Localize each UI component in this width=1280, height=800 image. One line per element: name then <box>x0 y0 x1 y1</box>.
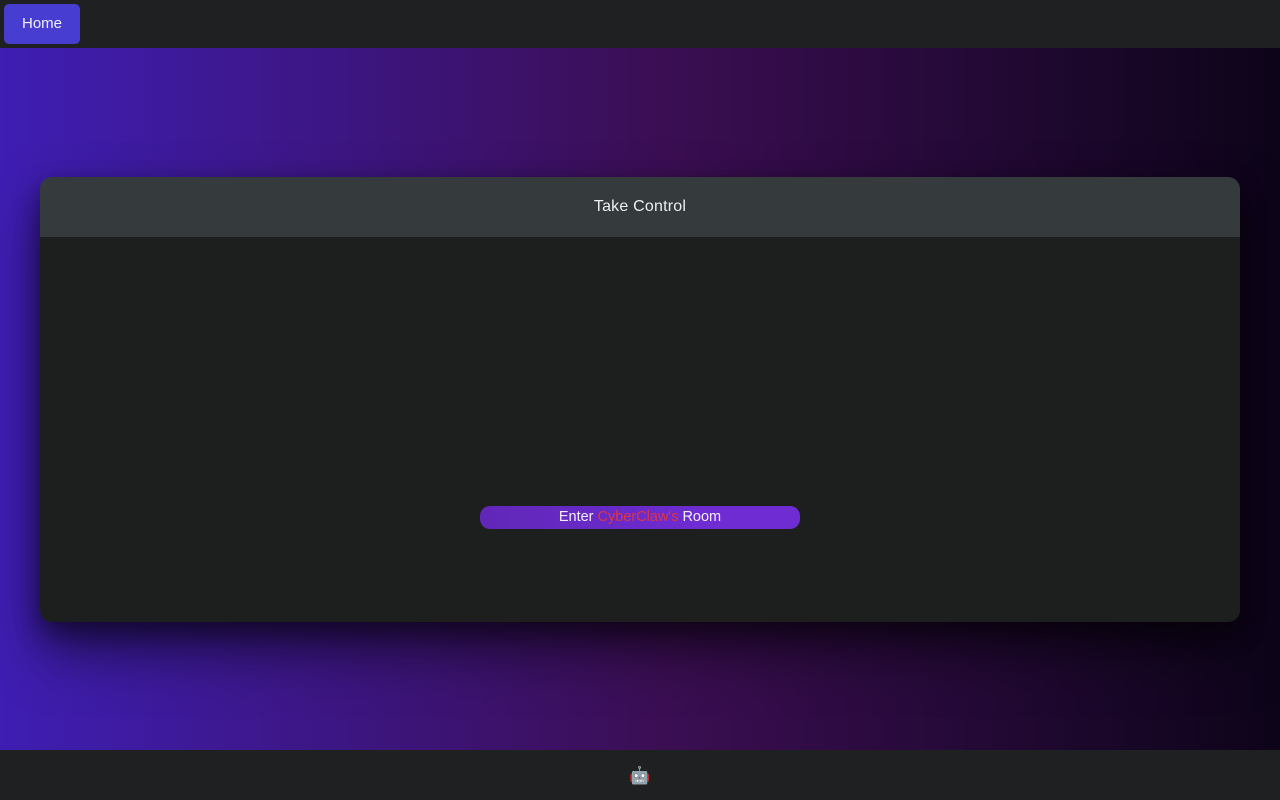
card-body: Enter CyberClaw's Room <box>40 236 1240 622</box>
page: Home Take Control Enter CyberClaw's Room… <box>0 0 1280 800</box>
home-button[interactable]: Home <box>4 4 81 44</box>
enter-room-button[interactable]: Enter CyberClaw's Room <box>480 505 800 529</box>
enter-room-text-prefix: Enter <box>558 508 594 525</box>
card-title: Take Control <box>593 197 687 215</box>
top-navbar: Home <box>0 0 1280 48</box>
card-header: Take Control <box>40 176 1240 237</box>
footer-bar: 🤖 <box>0 750 1280 800</box>
robot-icon: 🤖 <box>629 765 651 785</box>
take-control-card: Take Control Enter CyberClaw's Room <box>40 176 1240 622</box>
enter-room-text-highlight: CyberClaw's <box>597 508 679 525</box>
enter-room-text-suffix: Room <box>682 508 722 525</box>
gradient-background: Take Control Enter CyberClaw's Room <box>0 48 1280 750</box>
